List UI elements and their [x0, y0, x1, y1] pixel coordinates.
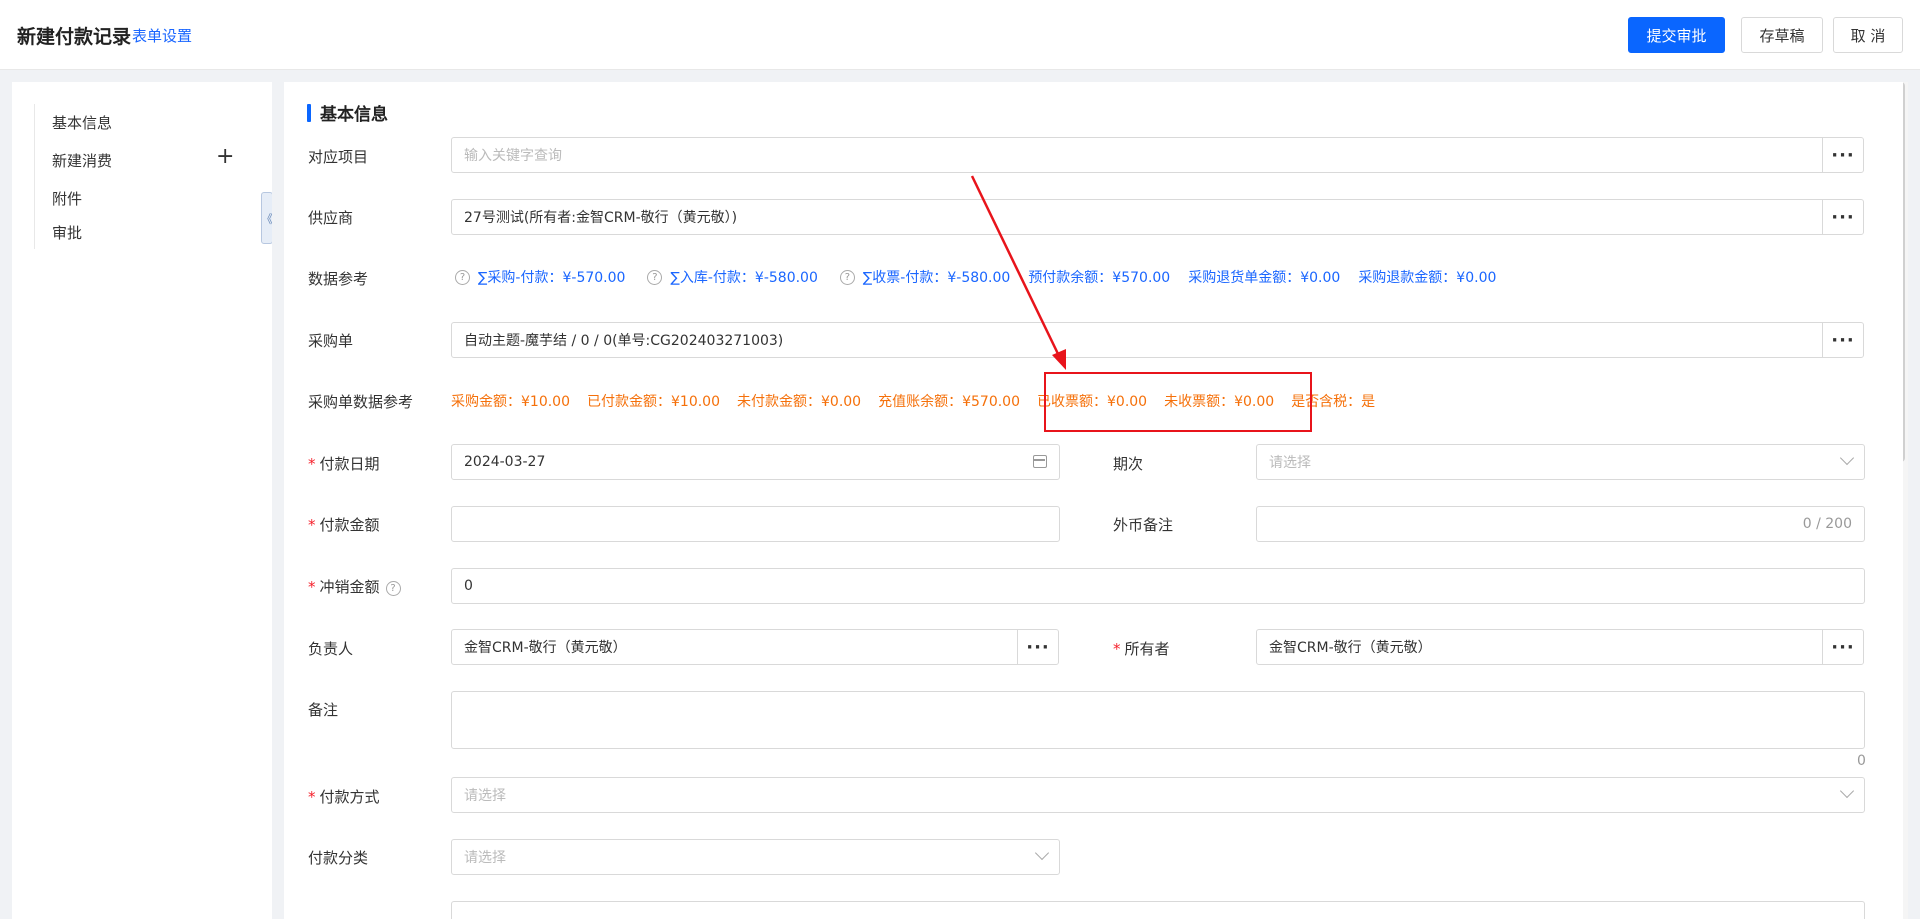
po-value: 自动主题-魔芋结 / 0 / 0(单号:CG202403271003): [464, 333, 784, 349]
required-mark: *: [308, 455, 316, 473]
chevron-down-icon: [1034, 845, 1050, 861]
fx-note-label: 外币备注: [1113, 516, 1174, 534]
pay-method-select[interactable]: 请选择: [451, 777, 1865, 813]
po-more-icon[interactable]: ···: [1822, 323, 1863, 357]
remark-label: 备注: [308, 701, 339, 719]
writeoff-value: 0: [464, 578, 473, 594]
pay-category-select[interactable]: 请选择: [451, 839, 1060, 875]
question-icon[interactable]: ?: [839, 269, 855, 285]
po-ref-unpaid-amount: 未付款金额：¥0.00: [737, 394, 862, 410]
remark-textarea[interactable]: [451, 691, 1865, 749]
sidebar-divider: [34, 104, 35, 249]
ref-invoice-payment: ∑收票-付款：¥-580.00: [862, 270, 1011, 286]
project-more-icon[interactable]: ···: [1822, 138, 1863, 172]
owner-person-more-icon[interactable]: ···: [1017, 630, 1058, 664]
required-mark: *: [308, 788, 316, 806]
pay-category-label: 付款分类: [308, 849, 369, 867]
cancel-button[interactable]: 取 消: [1833, 17, 1903, 53]
po-ref-recharge-balance: 充值账余额：¥570.00: [878, 394, 1020, 410]
pay-date-label-text: 付款日期: [319, 455, 380, 473]
ref-prepay-balance: 预付款余额：¥570.00: [1028, 270, 1171, 286]
owner-label-text: 所有者: [1124, 640, 1170, 658]
section-title-text: 基本信息: [320, 105, 388, 125]
fx-note-input[interactable]: 0 / 200: [1256, 506, 1865, 542]
annotation-highlight-box: [1044, 372, 1312, 432]
page-header: 新建付款记录 表单设置 提交审批 存草稿 取 消: [0, 0, 1920, 70]
required-mark: *: [308, 578, 316, 596]
owner-person-value: 金智CRM-敬行（黄元敬）: [464, 640, 627, 656]
owner-input[interactable]: 金智CRM-敬行（黄元敬） ···: [1256, 629, 1864, 665]
question-icon[interactable]: ?: [455, 269, 470, 285]
period-placeholder: 请选择: [1269, 455, 1311, 471]
pay-date-input[interactable]: 2024-03-27: [451, 444, 1060, 480]
pay-date-value: 2024-03-27: [464, 454, 546, 470]
required-mark: *: [1113, 640, 1121, 658]
supplier-label: 供应商: [308, 209, 354, 227]
supplier-value: 27号测试(所有者:金智CRM-敬行（黄元敬）): [464, 210, 738, 226]
page-title: 新建付款记录: [17, 26, 132, 48]
owner-label: * 所有者: [1113, 638, 1170, 659]
pay-method-placeholder: 请选择: [464, 788, 506, 804]
po-label: 采购单: [308, 332, 354, 350]
sidebar-item-new-expense[interactable]: 新建消费: [52, 150, 112, 171]
owner-person-label: 负责人: [308, 640, 354, 658]
required-mark: *: [308, 516, 316, 534]
chevron-down-icon: [1839, 450, 1855, 466]
pay-category-placeholder: 请选择: [464, 850, 506, 866]
supplier-input[interactable]: 27号测试(所有者:金智CRM-敬行（黄元敬）) ···: [451, 199, 1864, 235]
submit-approval-button[interactable]: 提交审批: [1628, 17, 1725, 53]
main-container: 基本信息 新建消费 + 附件 审批 《 基本信息 对应项目 输入关键字查询 ··…: [12, 82, 1903, 919]
writeoff-label-text: 冲销金额: [319, 578, 380, 596]
plus-icon[interactable]: +: [216, 146, 234, 168]
save-draft-button[interactable]: 存草稿: [1741, 17, 1823, 53]
sidebar-item-basic-info[interactable]: 基本信息: [52, 112, 112, 133]
help-icon[interactable]: ?: [385, 581, 401, 596]
sidebar-item-approval[interactable]: 审批: [52, 222, 82, 243]
ref-stockin-payment: ∑入库-付款：¥-580.00: [670, 270, 818, 286]
pay-amount-input[interactable]: [451, 506, 1060, 542]
chevron-down-icon: [1839, 783, 1855, 799]
ref-refund-amount: 采购退款金额：¥0.00: [1358, 270, 1497, 286]
gutter: [272, 82, 284, 919]
section-title: 基本信息: [307, 100, 388, 125]
period-select[interactable]: 请选择: [1256, 444, 1865, 480]
pay-amount-label: * 付款金额: [308, 514, 380, 535]
sidebar-item-attachment[interactable]: 附件: [52, 188, 82, 209]
question-icon[interactable]: ?: [647, 269, 663, 285]
supplier-more-icon[interactable]: ···: [1822, 200, 1863, 234]
ref-purchase-payment: ∑采购-付款：¥-570.00: [478, 270, 626, 286]
owner-person-input[interactable]: 金智CRM-敬行（黄元敬） ···: [451, 629, 1059, 665]
ref-return-amount: 采购退货单金额：¥0.00: [1188, 270, 1341, 286]
owner-value: 金智CRM-敬行（黄元敬）: [1269, 640, 1432, 656]
fx-note-counter: 0 / 200: [1802, 516, 1852, 532]
owner-more-icon[interactable]: ···: [1822, 630, 1863, 664]
po-ref-paid-amount: 已付款金额：¥10.00: [587, 394, 720, 410]
pay-method-label: * 付款方式: [308, 786, 380, 807]
pay-amount-label-text: 付款金额: [319, 516, 380, 534]
sidebar: 基本信息 新建消费 + 附件 审批 《: [12, 82, 273, 919]
calendar-icon[interactable]: [1033, 455, 1047, 468]
period-label: 期次: [1113, 455, 1144, 473]
next-field-input[interactable]: [451, 901, 1865, 919]
form-settings-link[interactable]: 表单设置: [132, 25, 192, 46]
project-placeholder: 输入关键字查询: [464, 148, 562, 164]
po-ref-label: 采购单数据参考: [308, 393, 414, 411]
po-input[interactable]: 自动主题-魔芋结 / 0 / 0(单号:CG202403271003) ···: [451, 322, 1864, 358]
remark-counter: 0: [1857, 753, 1866, 769]
project-input[interactable]: 输入关键字查询 ···: [451, 137, 1864, 173]
data-ref-row: ? ∑采购-付款：¥-570.00 ? ∑入库-付款：¥-580.00 ? ∑收…: [451, 267, 1514, 287]
writeoff-input[interactable]: 0: [451, 568, 1865, 604]
po-ref-purchase-amount: 采购金额：¥10.00: [451, 394, 570, 410]
project-label: 对应项目: [308, 148, 369, 166]
pay-method-label-text: 付款方式: [319, 788, 380, 806]
section-bar-icon: [307, 103, 311, 122]
data-ref-label: 数据参考: [308, 270, 369, 288]
pay-date-label: * 付款日期: [308, 453, 380, 474]
writeoff-label: * 冲销金额?: [308, 576, 401, 597]
